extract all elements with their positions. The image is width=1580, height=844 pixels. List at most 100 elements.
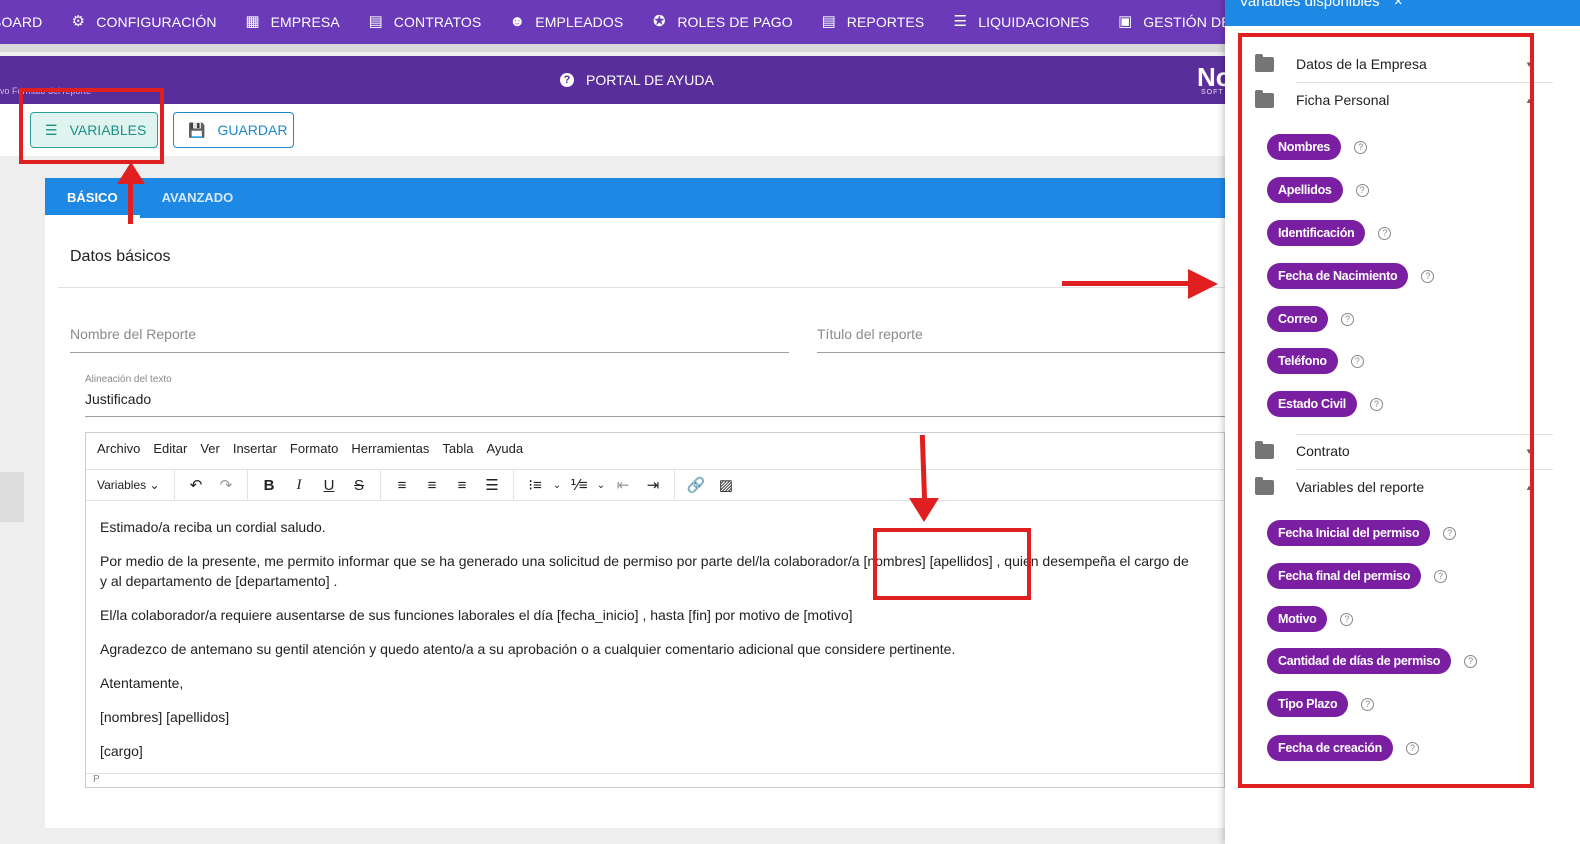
menu-tabla[interactable]: Tabla: [442, 441, 473, 461]
editor-content[interactable]: Estimado/a reciba un cordial saludo. Por…: [100, 517, 1226, 775]
report-name-input[interactable]: Nombre del Reporte: [70, 326, 789, 353]
toolbar-separator: [674, 469, 675, 501]
content-paragraph: El/la colaborador/a requiere ausentarse …: [100, 607, 853, 623]
menu-editar[interactable]: Editar: [153, 441, 187, 461]
chevron-down-icon: ⌄: [149, 478, 160, 492]
nav-empresa[interactable]: ▦ EMPRESA: [245, 13, 340, 31]
align-right-icon[interactable]: ≡: [447, 477, 477, 494]
numbered-list-icon[interactable]: ⅟≡: [564, 476, 594, 494]
report-name-placeholder: Nombre del Reporte: [70, 326, 197, 342]
toolbar-separator: [380, 469, 381, 501]
help-portal-link[interactable]: ? PORTAL DE AYUDA: [560, 72, 714, 88]
menu-insertar[interactable]: Insertar: [233, 441, 277, 461]
close-icon[interactable]: ×: [1394, 0, 1403, 10]
rich-text-editor: Archivo Editar Ver Insertar Formato Herr…: [85, 432, 1226, 789]
content-paragraph: Atentamente,: [100, 675, 184, 691]
nav-board[interactable]: BOARD: [0, 14, 42, 30]
save-button-label: GUARDAR: [217, 122, 288, 138]
toolbar-separator: [174, 469, 175, 501]
variables-panel-header: Variables disponibles ×: [1225, 0, 1580, 26]
users-icon: ✪: [652, 13, 666, 30]
toolbar-separator: [513, 469, 514, 501]
menu-ver[interactable]: Ver: [200, 441, 220, 461]
tab-avanzado[interactable]: AVANZADO: [140, 178, 256, 218]
report-title-placeholder: Título del reporte: [817, 326, 923, 342]
variables-panel-title: Variables disponibles: [1239, 0, 1380, 10]
content-paragraph: [nombres] [apellidos]: [100, 709, 230, 725]
variables-dropdown-label: Variables: [97, 478, 147, 492]
image-icon[interactable]: ▨: [711, 476, 741, 494]
logo-subtext: SOFT: [1201, 89, 1224, 96]
clipboard-icon: ▤: [368, 13, 383, 30]
annotation-arrow-right: [1062, 281, 1192, 286]
nav-configuracion[interactable]: ⚙ CONFIGURACIÓN: [70, 13, 217, 31]
editor-statusbar: P: [86, 773, 1226, 789]
calendar-icon: ▣: [1118, 13, 1133, 30]
chevron-down-icon[interactable]: ⌄: [550, 480, 564, 491]
nav-label: EMPRESA: [270, 14, 340, 30]
text-align-underline: [85, 416, 1225, 417]
align-center-icon[interactable]: ≡: [417, 477, 447, 494]
nav-label: REPORTES: [846, 14, 925, 30]
menu-formato[interactable]: Formato: [290, 441, 338, 461]
annotation-box-panel: [1238, 33, 1534, 788]
chevron-down-icon[interactable]: ⌄: [594, 480, 608, 491]
underline-icon[interactable]: U: [314, 477, 344, 494]
menu-ayuda[interactable]: Ayuda: [486, 441, 523, 461]
menu-archivo[interactable]: Archivo: [97, 441, 140, 461]
bullet-list-icon[interactable]: ⁝≡: [520, 476, 550, 494]
bold-icon[interactable]: B: [254, 477, 284, 494]
align-justify-icon[interactable]: ☰: [477, 476, 507, 494]
content-paragraph: Agradezco de antemano su gentil atención…: [100, 641, 956, 657]
undo-icon[interactable]: ↶: [181, 476, 211, 494]
nav-label: ROLES DE PAGO: [677, 14, 793, 30]
face-icon: ☻: [509, 13, 526, 30]
nav-reportes[interactable]: ▤ REPORTES: [821, 13, 925, 31]
building-icon: ▦: [245, 13, 260, 30]
nav-label: CONTRATOS: [393, 14, 482, 30]
content-paragraph: y al departamento de [departamento] .: [100, 573, 338, 589]
text-align-select[interactable]: Justificado: [85, 391, 151, 407]
toolbar-separator: [247, 469, 248, 501]
tab-bar: BÁSICO AVANZADO: [45, 178, 1225, 218]
redo-icon[interactable]: ↷: [211, 476, 241, 494]
outdent-icon[interactable]: ⇤: [608, 476, 638, 494]
report-title-input[interactable]: Título del reporte: [817, 326, 1225, 353]
align-left-icon[interactable]: ≡: [387, 477, 417, 494]
content-paragraph: Por medio de la presente, me permito inf…: [100, 553, 1189, 569]
save-button[interactable]: 💾 GUARDAR: [173, 112, 294, 148]
italic-icon[interactable]: I: [284, 477, 314, 494]
editor-toolbar: Variables ⌄ ↶ ↷ B I U S ≡ ≡ ≡ ☰ ⁝≡ ⌄ ⅟≡ …: [86, 469, 1226, 501]
sub-header: vo Formato del reporte ? PORTAL DE AYUDA…: [0, 56, 1232, 104]
clipboard-icon: ▤: [821, 13, 836, 30]
tab-basico[interactable]: BÁSICO: [45, 178, 140, 218]
section-divider: [58, 287, 1225, 288]
annotation-arrowhead: [117, 162, 145, 184]
nav-empleados[interactable]: ☻ EMPLEADOS: [509, 13, 624, 31]
floppy-icon: 💾: [188, 121, 206, 138]
editor-menubar: Archivo Editar Ver Insertar Formato Herr…: [86, 441, 525, 461]
annotation-box-variables: [19, 88, 164, 164]
section-title: Datos básicos: [70, 248, 171, 265]
content-paragraph: [cargo]: [100, 743, 143, 759]
nav-board-label: BOARD: [0, 14, 43, 30]
help-icon: ?: [560, 73, 574, 87]
gear-icon: ⚙: [71, 13, 86, 30]
nav-contratos[interactable]: ▤ CONTRATOS: [368, 13, 482, 31]
nav-label: EMPLEADOS: [535, 14, 624, 30]
indent-icon[interactable]: ⇥: [638, 476, 668, 494]
nav-label: LIQUIDACIONES: [978, 14, 1090, 30]
strikethrough-icon[interactable]: S: [344, 477, 374, 494]
menu-herramientas[interactable]: Herramientas: [351, 441, 429, 461]
text-align-label: Alineación del texto: [85, 374, 172, 385]
annotation-arrowhead: [1188, 269, 1218, 299]
help-portal-label: PORTAL DE AYUDA: [586, 72, 714, 88]
link-icon[interactable]: 🔗: [681, 476, 711, 494]
nav-liquidaciones[interactable]: ☰ LIQUIDACIONES: [952, 13, 1090, 31]
left-edge-panel: [0, 472, 24, 522]
annotation-arrow-up: [128, 180, 133, 224]
variables-dropdown[interactable]: Variables ⌄: [86, 478, 168, 492]
annotation-box-variables-inserted: [873, 528, 1031, 600]
list-icon: ☰: [953, 13, 968, 30]
nav-roles-de-pago[interactable]: ✪ ROLES DE PAGO: [651, 13, 793, 31]
